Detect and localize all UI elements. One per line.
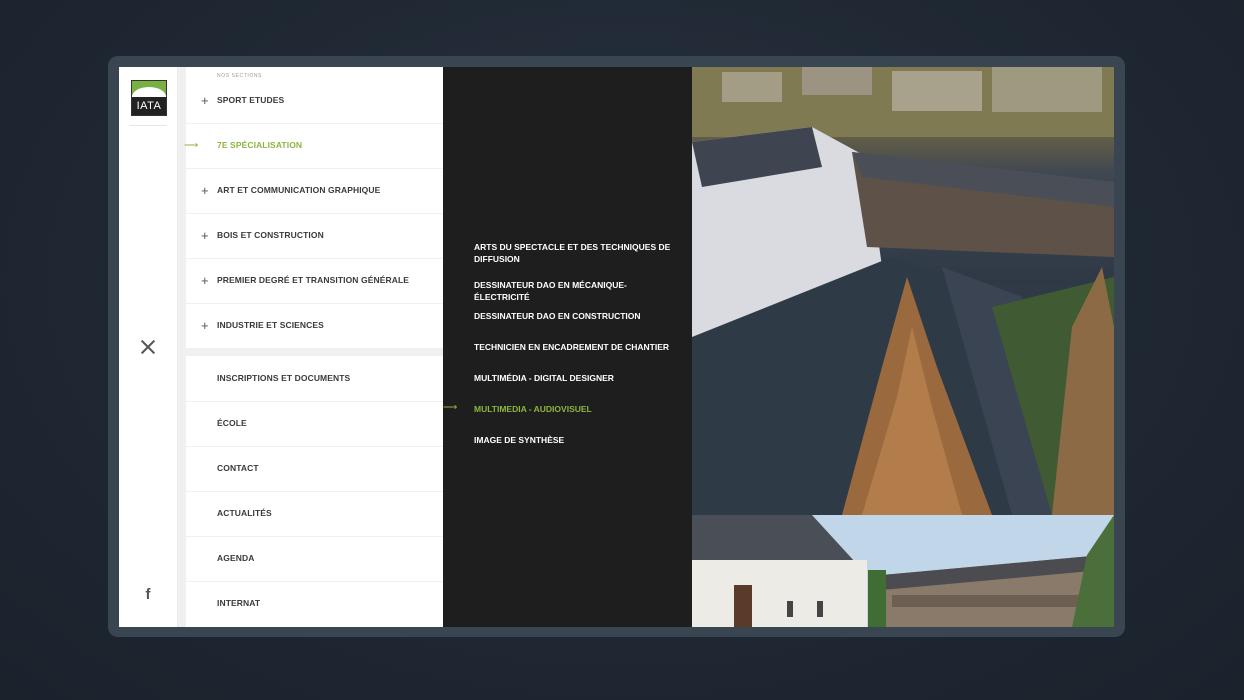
submenu-item-dao-construction[interactable]: DESSINATEUR DAO EN CONSTRUCTION xyxy=(474,310,674,322)
menu-link-label: ÉCOLE xyxy=(217,418,247,428)
menu-link-internat[interactable]: INTERNAT xyxy=(186,581,443,626)
submenu-item-digital-designer[interactable]: MULTIMÉDIA - DIGITAL DESIGNER xyxy=(474,372,674,384)
menu-section-art-communication[interactable]: + ART ET COMMUNICATION GRAPHIQUE xyxy=(186,168,443,214)
close-icon[interactable] xyxy=(140,339,156,355)
menu-link-inscriptions[interactable]: INSCRIPTIONS ET DOCUMENTS xyxy=(186,356,443,402)
website-screen: IATA f NOS SECTIONS + SPORT ETUDES ⟶ 7E … xyxy=(119,67,1114,627)
iata-logo[interactable]: IATA xyxy=(131,80,167,116)
plus-icon: + xyxy=(201,183,209,198)
menu-link-actualites[interactable]: ACTUALITÉS xyxy=(186,491,443,537)
submenu-item-arts-spectacle[interactable]: ARTS DU SPECTACLE ET DES TECHNIQUES DE D… xyxy=(474,241,674,265)
menu-link-label: INSCRIPTIONS ET DOCUMENTS xyxy=(217,373,351,383)
menu-section-7e-specialisation[interactable]: ⟶ 7E SPÉCIALISATION xyxy=(184,123,443,169)
arrow-right-icon: ⟶ xyxy=(443,402,458,413)
building-photo-illustration xyxy=(692,515,1114,627)
submenu-item-technicien-chantier[interactable]: TECHNICIEN EN ENCADREMENT DE CHANTIER xyxy=(474,341,674,353)
plus-icon: + xyxy=(201,228,209,243)
submenu-item-dao-mecanique[interactable]: DESSINATEUR DAO EN MÉCANIQUE-ÉLECTRICITÉ xyxy=(474,279,674,303)
plus-icon: + xyxy=(201,318,209,333)
menu-link-agenda[interactable]: AGENDA xyxy=(186,536,443,582)
main-menu: NOS SECTIONS + SPORT ETUDES ⟶ 7E SPÉCIAL… xyxy=(184,67,443,627)
menu-link-label: AGENDA xyxy=(217,553,255,563)
menu-section-label: ART ET COMMUNICATION GRAPHIQUE xyxy=(217,185,381,195)
arrow-right-icon: ⟶ xyxy=(184,140,199,151)
menu-section-sport-etudes[interactable]: + SPORT ETUDES xyxy=(186,78,443,124)
menu-section-premier-degre[interactable]: + PREMIER DEGRÉ ET TRANSITION GÉNÉRALE xyxy=(186,258,443,304)
left-rail: IATA f xyxy=(119,67,178,627)
facebook-icon[interactable]: f xyxy=(141,587,155,603)
menu-link-contact[interactable]: CONTACT xyxy=(186,446,443,492)
logo-green-mark xyxy=(132,81,166,97)
menu-section-industrie-sciences[interactable]: + INDUSTRIE ET SCIENCES xyxy=(186,303,443,348)
rail-divider xyxy=(129,125,167,126)
menu-section-label: 7E SPÉCIALISATION xyxy=(217,140,303,150)
school-building-photo xyxy=(692,515,1114,627)
menu-section-label: INDUSTRIE ET SCIENCES xyxy=(217,320,324,330)
aerial-photo-illustration xyxy=(692,67,1114,515)
menu-section-label: BOIS ET CONSTRUCTION xyxy=(217,230,324,240)
menu-link-label: CONTACT xyxy=(217,463,259,473)
menu-section-bois-construction[interactable]: + BOIS ET CONSTRUCTION xyxy=(186,213,443,259)
menu-divider xyxy=(186,348,443,356)
aerial-campus-photo xyxy=(692,67,1114,515)
plus-icon: + xyxy=(201,273,209,288)
menu-link-label: ACTUALITÉS xyxy=(217,508,272,518)
menu-section-label: SPORT ETUDES xyxy=(217,95,285,105)
submenu-item-audiovisuel[interactable]: MULTIMEDIA - AUDIOVISUEL xyxy=(474,403,674,415)
submenu-panel: ARTS DU SPECTACLE ET DES TECHNIQUES DE D… xyxy=(443,67,692,627)
logo-text: IATA xyxy=(132,97,166,115)
menu-link-label: INTERNAT xyxy=(217,598,261,608)
submenu-item-image-synthese[interactable]: IMAGE DE SYNTHÈSE xyxy=(474,434,674,446)
menu-link-ecole[interactable]: ÉCOLE xyxy=(186,401,443,447)
plus-icon: + xyxy=(201,93,209,108)
menu-section-label: PREMIER DEGRÉ ET TRANSITION GÉNÉRALE xyxy=(217,275,410,285)
